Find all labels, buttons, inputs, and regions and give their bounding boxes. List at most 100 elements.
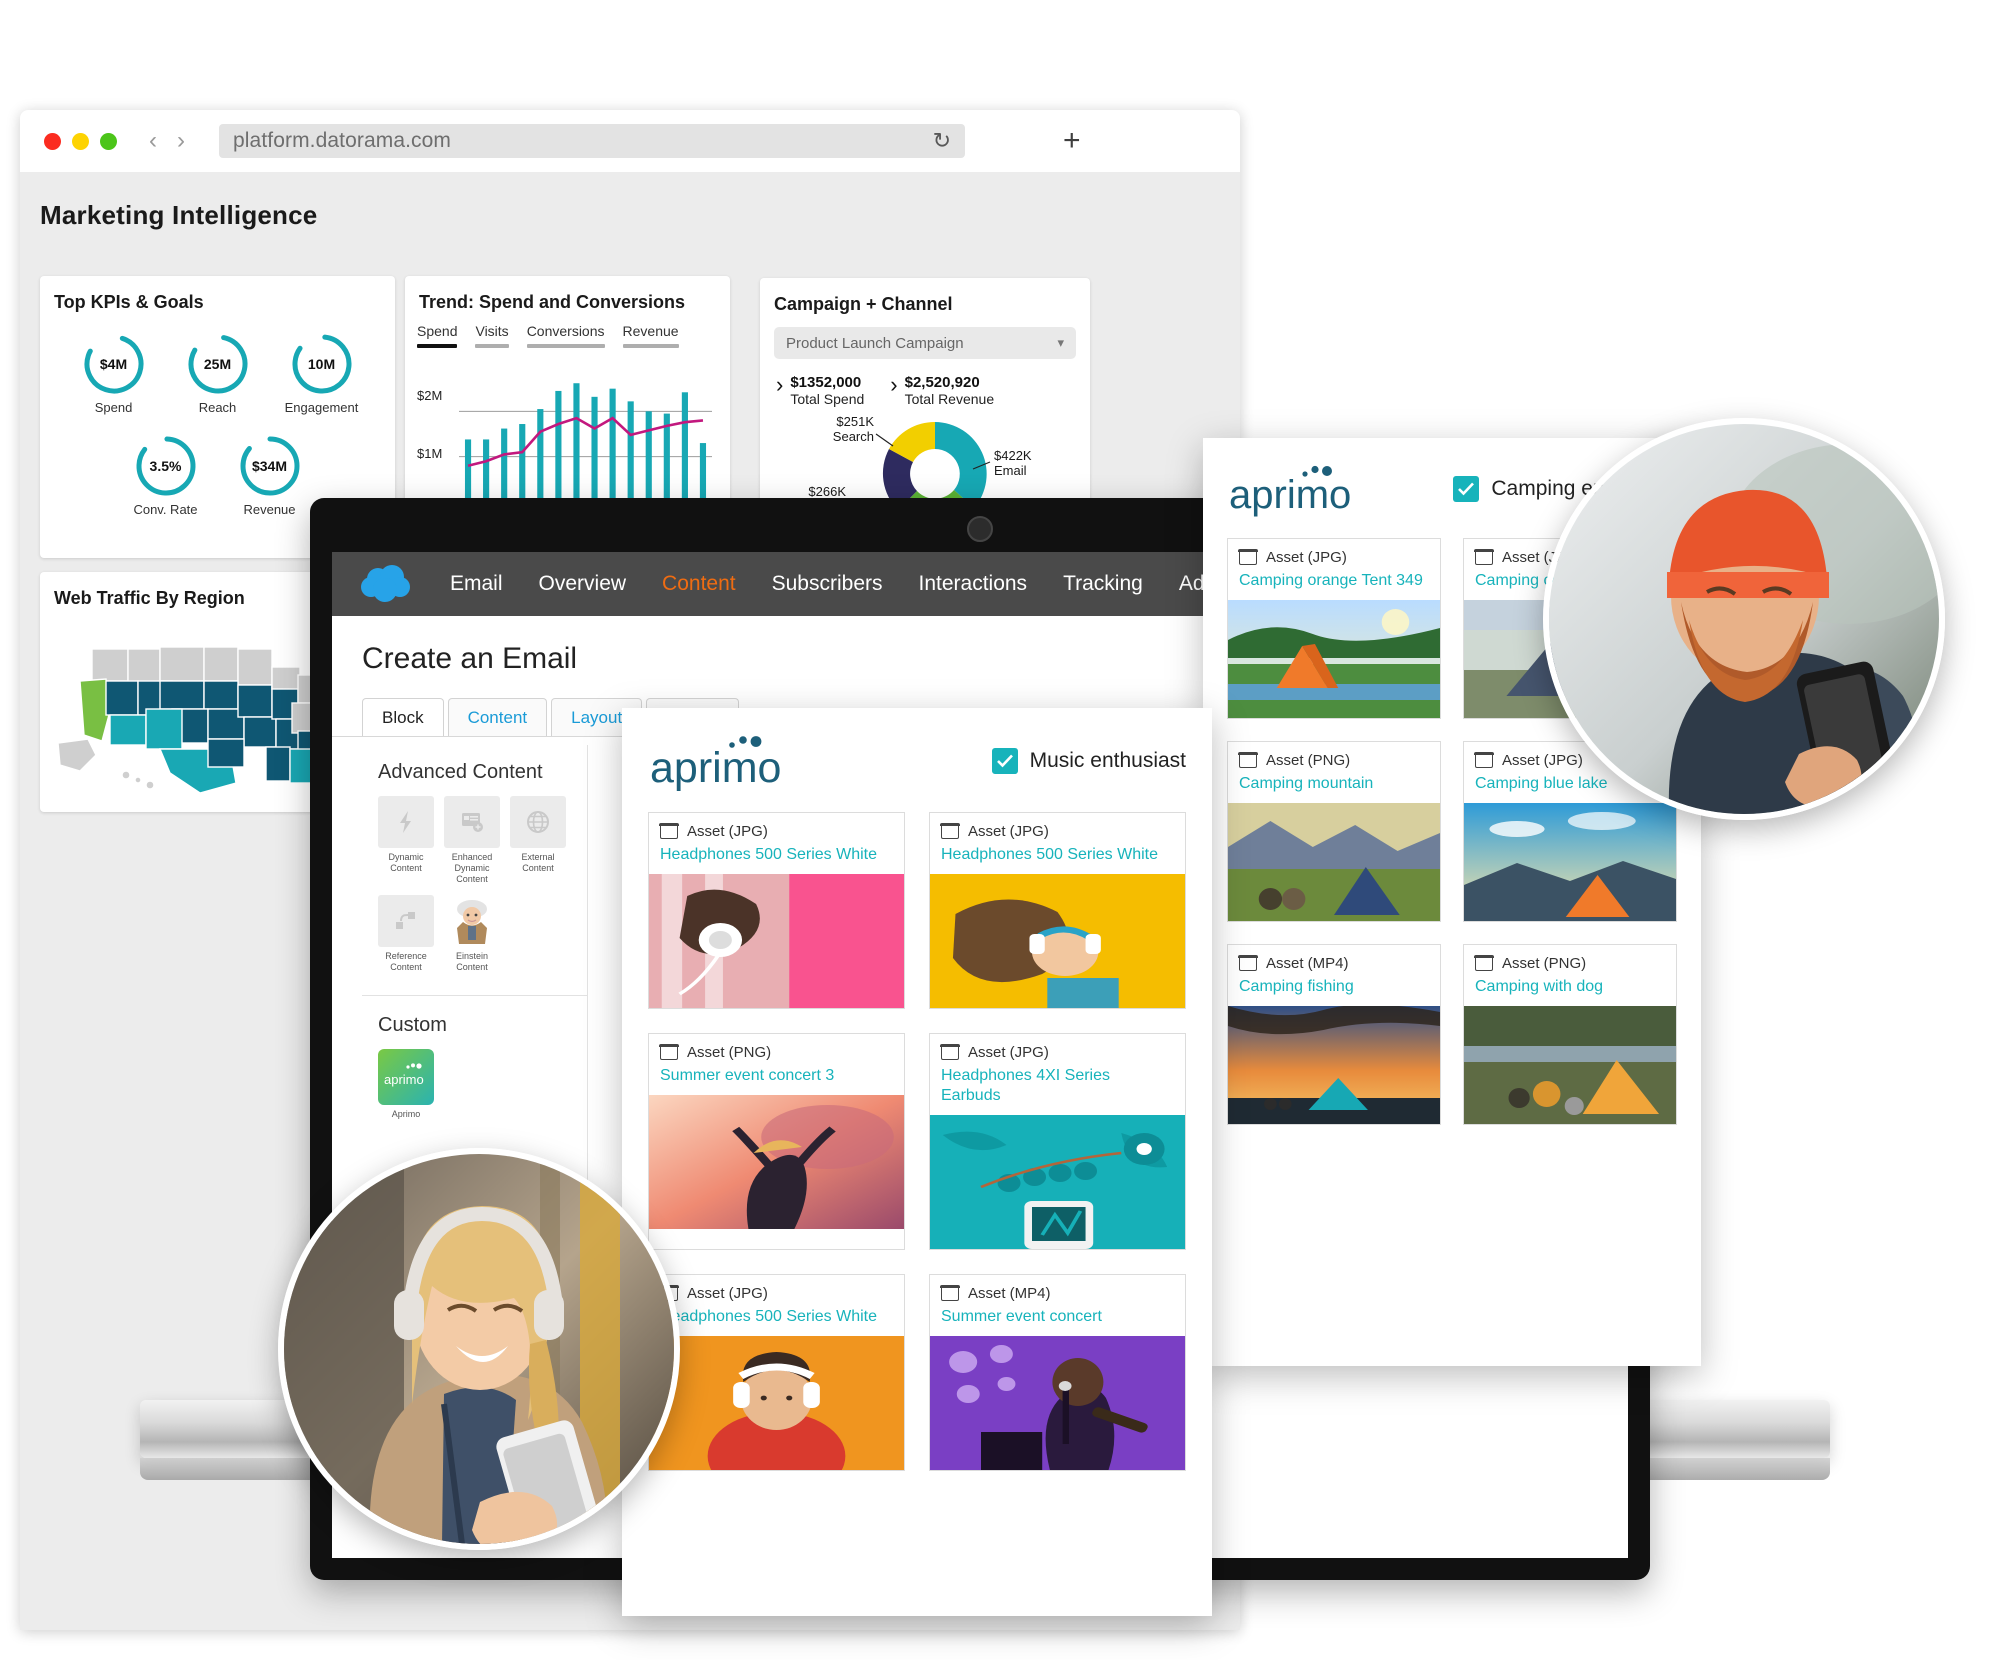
asset-thumbnail [930, 1336, 1185, 1470]
campaign-select[interactable]: Product Launch Campaign ▾ [774, 327, 1076, 359]
kpi-reach[interactable]: 25M Reach [177, 331, 259, 415]
page-title: Marketing Intelligence [40, 200, 318, 230]
kpi-label-spend: Spend [94, 400, 133, 415]
back-icon[interactable]: ‹ [149, 129, 157, 153]
kpi-ring-engagement: 10M [289, 331, 355, 397]
advanced-content-panel: Advanced Content Dynamic Content Enhance… [362, 745, 588, 1191]
asset-name[interactable]: Summer event concert [941, 1307, 1174, 1327]
asset-thumbnail [1228, 600, 1440, 718]
card-title-kpis: Top KPIs & Goals [54, 292, 204, 312]
sf-nav-tracking[interactable]: Tracking [1063, 572, 1143, 596]
stat-total-revenue[interactable]: › $2,520,920 Total Revenue [890, 374, 994, 408]
asset-card[interactable]: Asset (PNG) Summer event concert 3 [648, 1033, 905, 1250]
asset-thumbnail [649, 874, 904, 1008]
asset-card[interactable]: Asset (JPG) Camping orange Tent 349 [1227, 538, 1441, 719]
kpi-engagement[interactable]: 10M Engagement [281, 331, 363, 415]
aprimo-panel-header-music: aprimo Music enthusiast [648, 730, 1186, 792]
asset-type-label: Asset (MP4) [968, 1285, 1051, 1302]
asset-type-label: Asset (JPG) [1502, 752, 1583, 769]
browser-nav-arrows: ‹ › [149, 129, 185, 153]
tab-block[interactable]: Block [362, 698, 444, 737]
custom-heading: Custom [378, 1014, 447, 1036]
donut-label-search: $251K Search [812, 414, 874, 444]
tile-label-dynamic-content: Dynamic Content [388, 852, 424, 873]
minimize-window-button[interactable] [72, 132, 89, 150]
asset-name[interactable]: Camping fishing [1239, 977, 1429, 997]
reference-arrow-icon [378, 895, 434, 947]
sf-nav-subscribers[interactable]: Subscribers [772, 572, 883, 596]
tile-dynamic-content[interactable]: Dynamic Content [378, 796, 434, 885]
photo-bubble-music-listener [278, 1148, 680, 1550]
forward-icon[interactable]: › [177, 129, 185, 153]
asset-name[interactable]: Headphones 4XI Series Earbuds [941, 1066, 1174, 1106]
asset-name[interactable]: Summer event concert 3 [660, 1066, 893, 1086]
salesforce-cloud-icon [358, 565, 414, 603]
kpi-ring-reach: 25M [185, 331, 251, 397]
stat-total-revenue-value: $2,520,920 [904, 374, 980, 391]
donut-search-value: $251K [836, 414, 874, 429]
tab-content[interactable]: Content [447, 698, 548, 737]
asset-name[interactable]: Camping orange Tent 349 [1239, 571, 1429, 591]
browser-chrome: ‹ › platform.datorama.com ↻ + [20, 110, 1240, 172]
segment-label-music: Music enthusiast [1029, 749, 1186, 772]
kpi-conv-rate[interactable]: 3.5% Conv. Rate [125, 433, 207, 517]
trend-tab-spend[interactable]: Spend [417, 323, 458, 348]
kpi-spend[interactable]: $4M Spend [73, 331, 155, 415]
asset-name[interactable]: Camping mountain [1239, 774, 1429, 794]
trend-tab-conversions-label: Conversions [526, 323, 605, 339]
asset-thumbnail [1228, 803, 1440, 921]
asset-thumbnail [649, 1095, 904, 1229]
tile-external-content[interactable]: External Content [510, 796, 566, 885]
tile-label-aprimo: Aprimo [391, 1109, 421, 1119]
asset-file-icon [940, 1044, 960, 1060]
kpi-label-conv-rate: Conv. Rate [133, 502, 198, 517]
sf-nav-email[interactable]: Email [450, 572, 503, 596]
asset-card[interactable]: Asset (PNG) Camping mountain [1227, 741, 1441, 922]
photo-bubble-camper [1543, 418, 1945, 820]
kpi-value-engagement: 10M [307, 356, 336, 372]
donut-display-value: $266K [808, 484, 846, 499]
stat-total-spend[interactable]: › $1352,000 Total Spend [776, 374, 864, 408]
tile-enhanced-dynamic-content[interactable]: Enhanced Dynamic Content [444, 796, 500, 885]
asset-card[interactable]: Asset (JPG) Headphones 500 Series White [929, 812, 1186, 1009]
tile-einstein-content[interactable]: Einstein Content [444, 895, 500, 973]
donut-email-name: Email [994, 463, 1027, 478]
new-tab-icon[interactable]: + [1063, 126, 1081, 156]
address-bar[interactable]: platform.datorama.com ↻ [219, 124, 965, 158]
reload-icon[interactable]: ↻ [933, 128, 951, 154]
asset-card[interactable]: Asset (MP4) Summer event concert [929, 1274, 1186, 1471]
sf-nav-content[interactable]: Content [662, 572, 736, 596]
advanced-content-heading: Advanced Content [378, 761, 543, 783]
asset-grid-music: Asset (JPG) Headphones 500 Series White … [648, 812, 1186, 1471]
maximize-window-button[interactable] [100, 132, 117, 150]
asset-card[interactable]: Asset (JPG) Headphones 500 Series White [648, 812, 905, 1009]
y-tick-1m: $1M [417, 446, 443, 461]
campaign-select-value: Product Launch Campaign [786, 334, 964, 352]
asset-file-icon [1238, 955, 1258, 971]
tile-aprimo[interactable]: aprimo Aprimo [378, 1049, 434, 1120]
kpi-revenue[interactable]: $34M Revenue [229, 433, 311, 517]
asset-card[interactable]: Asset (JPG) Headphones 4XI Series Earbud… [929, 1033, 1186, 1250]
close-window-button[interactable] [44, 132, 61, 150]
lightning-bolt-icon [378, 796, 434, 848]
asset-card[interactable]: Asset (PNG) Camping with dog [1463, 944, 1677, 1125]
asset-name[interactable]: Headphones 500 Series White [660, 845, 893, 865]
tile-reference-content[interactable]: Reference Content [378, 895, 434, 973]
tile-label-enhanced-dynamic-content: Enhanced Dynamic Content [451, 852, 493, 884]
asset-name[interactable]: Camping with dog [1475, 977, 1665, 997]
asset-card[interactable]: Asset (MP4) Camping fishing [1227, 944, 1441, 1125]
kpi-row-top: $4M Spend 25M Reach 10M Engagement [40, 331, 395, 415]
asset-name[interactable]: Headphones 500 Series White [941, 845, 1174, 865]
segment-checkbox-music[interactable]: Music enthusiast [991, 748, 1186, 774]
trend-tab-revenue[interactable]: Revenue [622, 323, 679, 348]
sf-nav-overview[interactable]: Overview [539, 572, 627, 596]
trend-tab-visits-label: Visits [475, 323, 509, 339]
asset-card[interactable]: Asset (JPG) Headphones 500 Series White [648, 1274, 905, 1471]
kpi-value-revenue: $34M [251, 458, 288, 474]
asset-name[interactable]: Headphones 500 Series White [660, 1307, 893, 1327]
sf-nav-interactions[interactable]: Interactions [919, 572, 1028, 596]
asset-file-icon [1474, 752, 1494, 768]
trend-tab-conversions[interactable]: Conversions [526, 323, 605, 348]
asset-type-label: Asset (MP4) [1266, 955, 1349, 972]
trend-tab-visits[interactable]: Visits [475, 323, 509, 348]
